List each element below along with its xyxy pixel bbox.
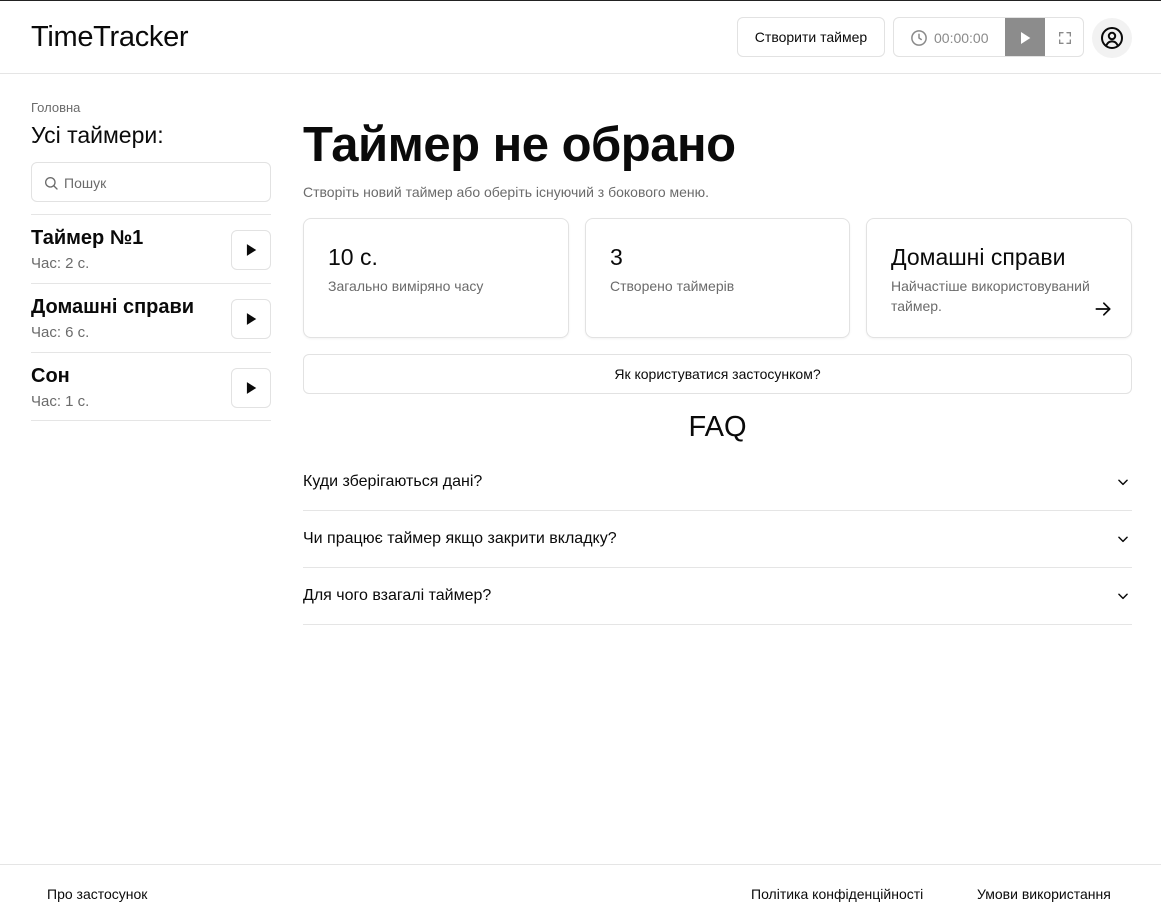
faq-question: Для чого взагалі таймер? xyxy=(303,587,492,604)
page-title: Таймер не обрано xyxy=(303,118,736,172)
stat-label: Створено таймерів xyxy=(610,278,735,294)
faq-item[interactable]: Куди зберігаються дані? xyxy=(303,454,1132,511)
sidebar-title: Усі таймери: xyxy=(31,122,164,148)
create-timer-button[interactable]: Створити таймер xyxy=(737,17,885,57)
stat-label: Найчастіше використовуваний таймер. xyxy=(891,278,1090,314)
chevron-down-icon xyxy=(1118,479,1128,486)
timer-time: Час: 1 с. xyxy=(31,393,90,410)
timer-play-button[interactable] xyxy=(231,299,271,339)
play-icon xyxy=(1021,32,1031,44)
arrow-right-icon[interactable] xyxy=(1093,299,1113,319)
user-menu-button[interactable] xyxy=(1092,18,1132,58)
timer-play-button[interactable] xyxy=(231,230,271,270)
app-header: TimeTracker Створити таймер 00:00:00 xyxy=(0,1,1161,74)
app-footer: Про застосунок Політика конфіденційності… xyxy=(0,864,1161,915)
search-icon xyxy=(45,177,58,190)
stat-card-total-time: 10 с. Загально виміряно часу xyxy=(303,218,569,338)
chevron-down-icon xyxy=(1118,593,1128,600)
footer-link-privacy[interactable]: Політика конфіденційності xyxy=(751,886,923,902)
stat-value: Домашні справи xyxy=(891,244,1066,270)
timer-list-item[interactable]: Домашні справи Час: 6 с. xyxy=(31,283,271,352)
timer-name: Сон xyxy=(31,365,70,387)
play-icon xyxy=(246,382,257,394)
stat-value: 10 с. xyxy=(328,244,378,270)
timer-time: Час: 2 с. xyxy=(31,255,90,272)
search-input[interactable] xyxy=(64,172,264,194)
play-icon xyxy=(246,244,257,256)
stat-value: 3 xyxy=(610,244,623,270)
search-box xyxy=(31,162,271,202)
timer-name: Домашні справи xyxy=(31,296,195,318)
chevron-down-icon xyxy=(1118,536,1128,543)
play-icon xyxy=(246,313,257,325)
active-timer-widget: 00:00:00 xyxy=(893,17,1084,57)
breadcrumb[interactable]: Головна xyxy=(31,100,80,115)
fullscreen-icon xyxy=(1059,31,1071,44)
page-subtitle: Створіть новий таймер або оберіть існуюч… xyxy=(303,184,710,200)
fullscreen-button[interactable] xyxy=(1046,18,1083,56)
timer-display: 00:00:00 xyxy=(934,30,989,46)
footer-link-terms[interactable]: Умови використання xyxy=(977,886,1111,902)
how-to-use-button[interactable]: Як користуватися застосунком? xyxy=(303,354,1132,394)
faq-heading: FAQ xyxy=(688,411,747,443)
timer-play-button[interactable] xyxy=(231,368,271,408)
stat-card-timers-count: 3 Створено таймерів xyxy=(585,218,850,338)
faq-item[interactable]: Для чого взагалі таймер? xyxy=(303,568,1132,625)
timer-list-item[interactable]: Таймер №1 Час: 2 с. xyxy=(31,214,271,283)
faq-question: Чи працює таймер якщо закрити вкладку? xyxy=(303,530,617,547)
faq-accordion: Куди зберігаються дані? Чи працює таймер… xyxy=(303,454,1132,625)
timer-time: Час: 6 с. xyxy=(31,324,90,341)
app-logo[interactable]: TimeTracker xyxy=(31,21,189,54)
clock-icon xyxy=(911,30,927,46)
stat-label: Загально виміряно часу xyxy=(328,278,484,294)
timer-list-item[interactable]: Сон Час: 1 с. xyxy=(31,352,271,421)
header-play-button[interactable] xyxy=(1005,18,1045,56)
timer-list: Таймер №1 Час: 2 с. Домашні справи Час: … xyxy=(31,214,271,421)
user-circle-icon xyxy=(1101,27,1123,49)
faq-item[interactable]: Чи працює таймер якщо закрити вкладку? xyxy=(303,511,1132,568)
timer-name: Таймер №1 xyxy=(31,227,144,249)
footer-link-about[interactable]: Про застосунок xyxy=(47,886,147,902)
faq-question: Куди зберігаються дані? xyxy=(303,473,483,490)
stat-card-most-used[interactable]: Домашні справи Найчастіше використовуван… xyxy=(866,218,1132,338)
